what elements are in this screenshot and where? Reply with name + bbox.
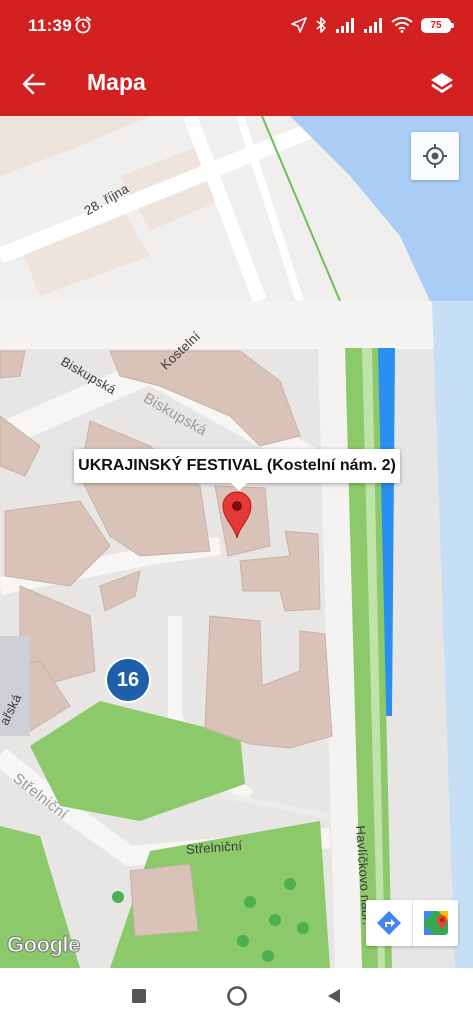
map-pin-icon[interactable] xyxy=(220,489,254,539)
google-maps-icon xyxy=(423,911,448,935)
status-bar: 11:39 75 xyxy=(0,0,473,52)
crosshair-icon xyxy=(423,144,447,168)
bluetooth-icon xyxy=(316,17,326,33)
marker-info-text: UKRAJINSKÝ FESTIVAL (Kostelní nám. 2) xyxy=(78,457,396,474)
back-button[interactable] xyxy=(322,984,346,1008)
marker-info-window[interactable]: UKRAJINSKÝ FESTIVAL (Kostelní nám. 2) xyxy=(74,449,400,491)
signal-icon xyxy=(364,18,382,33)
battery-level: 75 xyxy=(430,19,442,31)
alarm-icon xyxy=(75,16,91,34)
status-time: 11:39 xyxy=(28,16,73,35)
open-maps-button[interactable] xyxy=(412,900,458,946)
google-logo: Google xyxy=(7,932,81,958)
recent-apps-button[interactable] xyxy=(127,984,151,1008)
app-bar: Mapa xyxy=(0,52,473,116)
my-location-button[interactable] xyxy=(411,132,459,180)
layers-icon[interactable] xyxy=(427,69,457,99)
map-view[interactable]: 28. října Biskupská Kostelní Biskupská a… xyxy=(0,116,473,968)
directions-button[interactable] xyxy=(366,900,412,946)
back-triangle-icon xyxy=(328,989,340,1003)
home-icon xyxy=(227,986,247,1006)
system-nav-bar xyxy=(0,968,473,1024)
signal-icon xyxy=(336,18,354,33)
poi-number-badge[interactable]: 16 xyxy=(105,657,151,703)
recent-apps-icon xyxy=(132,989,146,1003)
battery-icon: 75 xyxy=(421,17,454,33)
wifi-icon xyxy=(391,17,413,33)
page-title: Mapa xyxy=(87,69,146,95)
directions-icon xyxy=(377,911,401,935)
home-button[interactable] xyxy=(225,984,249,1008)
status-icons: 75 xyxy=(291,14,454,36)
map-toolbar xyxy=(366,900,458,946)
arrow-left-icon[interactable] xyxy=(20,70,48,98)
location-arrow-icon xyxy=(291,17,307,33)
poi-number: 16 xyxy=(116,668,140,691)
